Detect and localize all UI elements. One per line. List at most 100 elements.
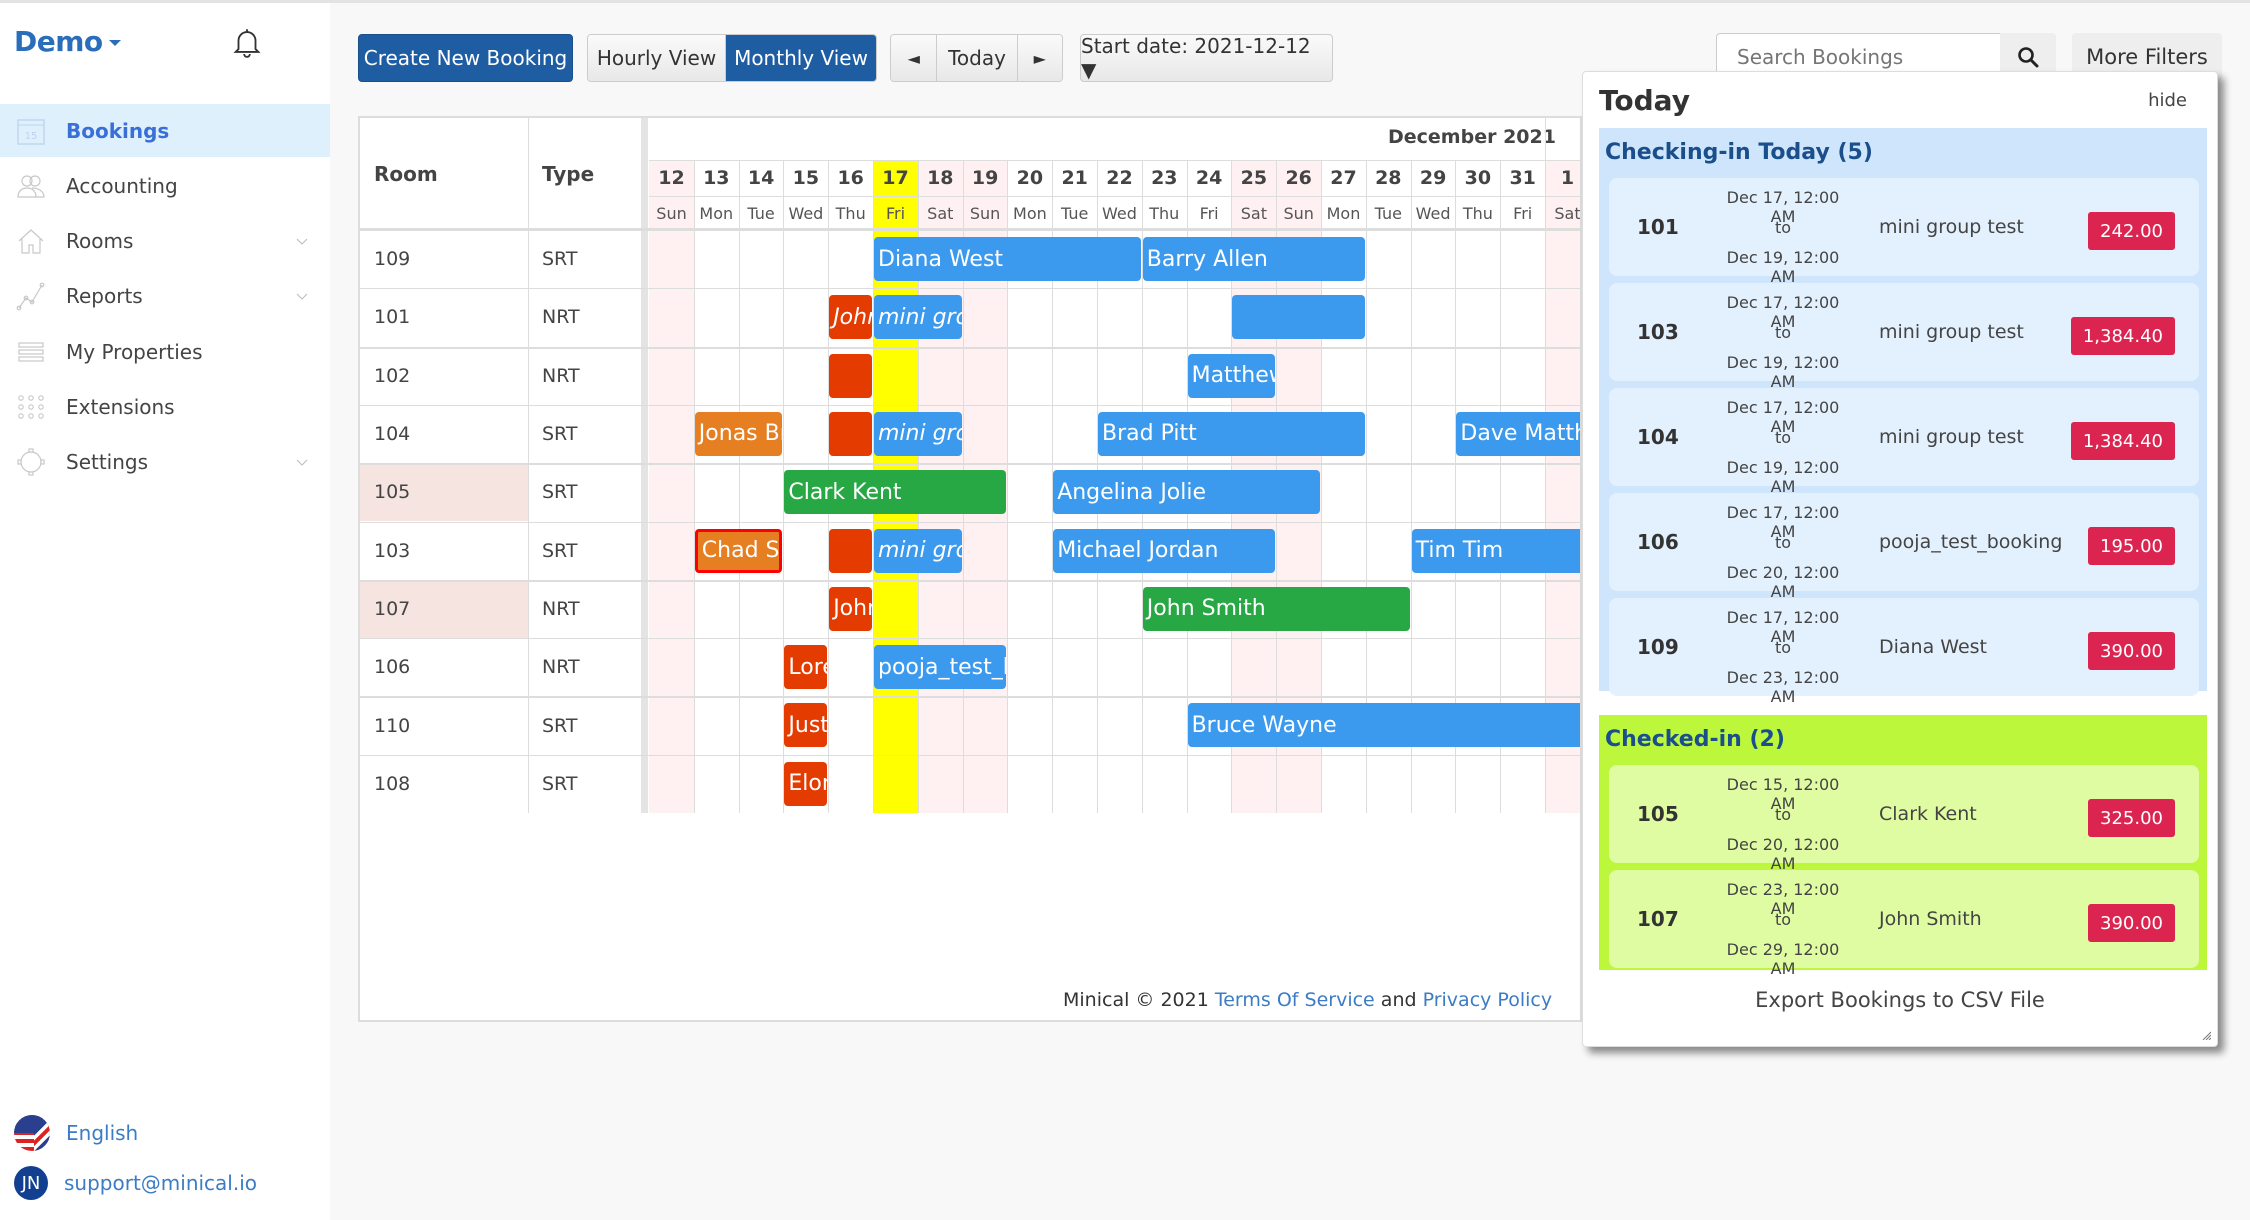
- language-selector[interactable]: English: [14, 1115, 138, 1151]
- room-cell[interactable]: 107: [360, 579, 528, 639]
- booking-block[interactable]: Clark Kent: [784, 470, 1007, 515]
- day-name: Sun: [656, 203, 687, 223]
- create-new-booking-button[interactable]: Create New Booking: [358, 34, 573, 82]
- grid-line: [360, 754, 1580, 756]
- sidebar-item-my-properties[interactable]: My Properties: [0, 325, 330, 378]
- sidebar-item-bookings[interactable]: 15 Bookings: [0, 104, 330, 157]
- day-name: Thu: [835, 203, 866, 223]
- booking-block[interactable]: Chad Smith: [694, 528, 783, 573]
- room-cell[interactable]: 108: [360, 755, 528, 813]
- today-button[interactable]: Today: [936, 35, 1017, 81]
- booking-block[interactable]: Barry Allen: [1142, 237, 1365, 281]
- day-number: 18: [927, 167, 954, 189]
- grid-line: [360, 346, 1580, 349]
- start-date-dropdown[interactable]: Start date: 2021-12-12 ▼: [1080, 34, 1333, 82]
- booking-card[interactable]: 107 Dec 23, 12:00 AM to Dec 29, 12:00 AM Joh…: [1609, 870, 2199, 978]
- booking-block[interactable]: Michael Jordan: [1053, 528, 1276, 573]
- room-cell[interactable]: 102: [360, 347, 528, 405]
- booking-block[interactable]: John Smith: [1142, 586, 1410, 631]
- bell-icon[interactable]: [230, 25, 264, 59]
- booking-block[interactable]: [829, 411, 872, 456]
- booking-block[interactable]: Brad Pitt: [1098, 411, 1365, 456]
- checking-in-heading: Checking-in Today (5): [1605, 140, 1873, 165]
- sidebar-item-reports[interactable]: Reports: [0, 270, 330, 323]
- booking-block[interactable]: Justin: [784, 703, 828, 748]
- booking-block[interactable]: Elon: [784, 761, 828, 806]
- room-cell[interactable]: 106: [360, 638, 528, 696]
- card-amount-badge: 1,384.40: [2070, 317, 2175, 355]
- month-label: December 2021: [1388, 126, 1556, 148]
- booking-card[interactable]: 103 Dec 17, 12:00 AM to Dec 19, 12:00 AM min…: [1609, 283, 2199, 391]
- booking-block[interactable]: [1232, 295, 1365, 340]
- privacy-link[interactable]: Privacy Policy: [1423, 989, 1552, 1011]
- booking-block[interactable]: Matthew: [1187, 353, 1276, 398]
- sidebar-item-label: Bookings: [66, 118, 170, 143]
- booking-block[interactable]: Tim Tim: [1411, 528, 1580, 573]
- card-check-out-date: Dec 19, 12:00 AM: [1726, 458, 1840, 496]
- grid-line: [649, 196, 1580, 197]
- room-type-cell: SRT: [542, 481, 578, 504]
- booking-card[interactable]: 105 Dec 15, 12:00 AM to Dec 20, 12:00 AM Cla…: [1609, 765, 2199, 873]
- sidebar-item-label: Settings: [66, 450, 149, 475]
- booking-block[interactable]: Lorem: [784, 645, 828, 690]
- card-room: 107: [1637, 907, 1679, 931]
- card-room: 109: [1637, 635, 1679, 659]
- booking-card[interactable]: 101 Dec 17, 12:00 AM to Dec 19, 12:00 AM min…: [1609, 178, 2199, 286]
- room-cell[interactable]: 109: [360, 230, 528, 288]
- hourly-view-button[interactable]: Hourly View: [588, 35, 726, 81]
- checked-in-section: Checked-in (2) 105 Dec 15, 12:00 AM to Dec …: [1599, 715, 2207, 978]
- card-guest-name: mini group test: [1879, 426, 2024, 448]
- previous-button[interactable]: ◄: [891, 35, 937, 81]
- booking-block[interactable]: [829, 528, 872, 573]
- day-number: 19: [971, 167, 999, 189]
- booking-block[interactable]: Bruce Wayne: [1187, 703, 1580, 748]
- room-cell[interactable]: 101: [360, 288, 528, 346]
- booking-card[interactable]: 104 Dec 17, 12:00 AM to Dec 19, 12:00 AM min…: [1609, 388, 2199, 496]
- terms-link[interactable]: Terms Of Service: [1215, 989, 1375, 1011]
- resize-handle-icon[interactable]: [2201, 1030, 2211, 1040]
- booking-card[interactable]: 109 Dec 17, 12:00 AM to Dec 23, 12:00 AM Dia…: [1609, 598, 2199, 706]
- booking-block[interactable]: mini group test: [874, 295, 962, 340]
- weekend-column: [649, 160, 694, 813]
- grid-line: [360, 521, 1580, 523]
- sidebar-item-settings[interactable]: Settings: [0, 436, 330, 489]
- brand-name: Demo: [14, 25, 103, 58]
- chevron-down-icon: [296, 294, 308, 301]
- room-cell[interactable]: 110: [360, 696, 528, 754]
- booking-block[interactable]: mini group test: [874, 528, 962, 573]
- checking-in-section: Checking-in Today (5) 101 Dec 17, 12:00 A…: [1599, 128, 2207, 706]
- booking-block[interactable]: Jonas Brothers: [694, 411, 783, 456]
- card-guest-name: John Smith: [1879, 908, 1982, 930]
- sidebar-item-extensions[interactable]: Extensions: [0, 381, 330, 434]
- booking-block[interactable]: Angelina Jolie: [1053, 470, 1320, 515]
- sidebar-item-accounting[interactable]: Accounting: [0, 159, 330, 212]
- booking-block[interactable]: Diana West: [874, 237, 1141, 281]
- booking-block[interactable]: pooja_test_booking: [874, 645, 1007, 690]
- monthly-view-button[interactable]: Monthly View: [725, 35, 876, 81]
- room-cell[interactable]: 104: [360, 405, 528, 463]
- export-csv-link[interactable]: Export Bookings to CSV File: [1583, 988, 2217, 1012]
- card-room: 105: [1637, 802, 1679, 826]
- room-cell[interactable]: 105: [360, 463, 528, 522]
- booking-block[interactable]: Dave Matthews: [1456, 411, 1580, 456]
- booking-block[interactable]: John: [829, 586, 872, 631]
- property-switcher[interactable]: Demo: [14, 25, 121, 58]
- booking-block[interactable]: [829, 353, 872, 398]
- booking-card[interactable]: 106 Dec 17, 12:00 AM to Dec 20, 12:00 AM poo…: [1609, 493, 2199, 601]
- grid-line: [360, 463, 1580, 466]
- day-number: 13: [703, 167, 730, 189]
- hide-link[interactable]: hide: [2148, 90, 2187, 111]
- room-cell[interactable]: 103: [360, 522, 528, 580]
- day-name: Fri: [1513, 203, 1533, 223]
- next-button[interactable]: ►: [1016, 35, 1062, 81]
- booking-block[interactable]: John: [829, 295, 872, 340]
- sidebar-item-rooms[interactable]: Rooms: [0, 215, 330, 268]
- booking-block[interactable]: mini group test: [874, 411, 962, 456]
- search-icon: [2018, 47, 2039, 68]
- type-column-header: Type: [542, 162, 595, 186]
- card-check-out-date: Dec 20, 12:00 AM: [1726, 835, 1840, 873]
- card-check-out-date: Dec 29, 12:00 AM: [1726, 940, 1840, 978]
- card-guest-name: Clark Kent: [1879, 803, 1977, 825]
- day-name: Thu: [1462, 203, 1493, 223]
- support-link[interactable]: JN support@minical.io: [14, 1166, 257, 1200]
